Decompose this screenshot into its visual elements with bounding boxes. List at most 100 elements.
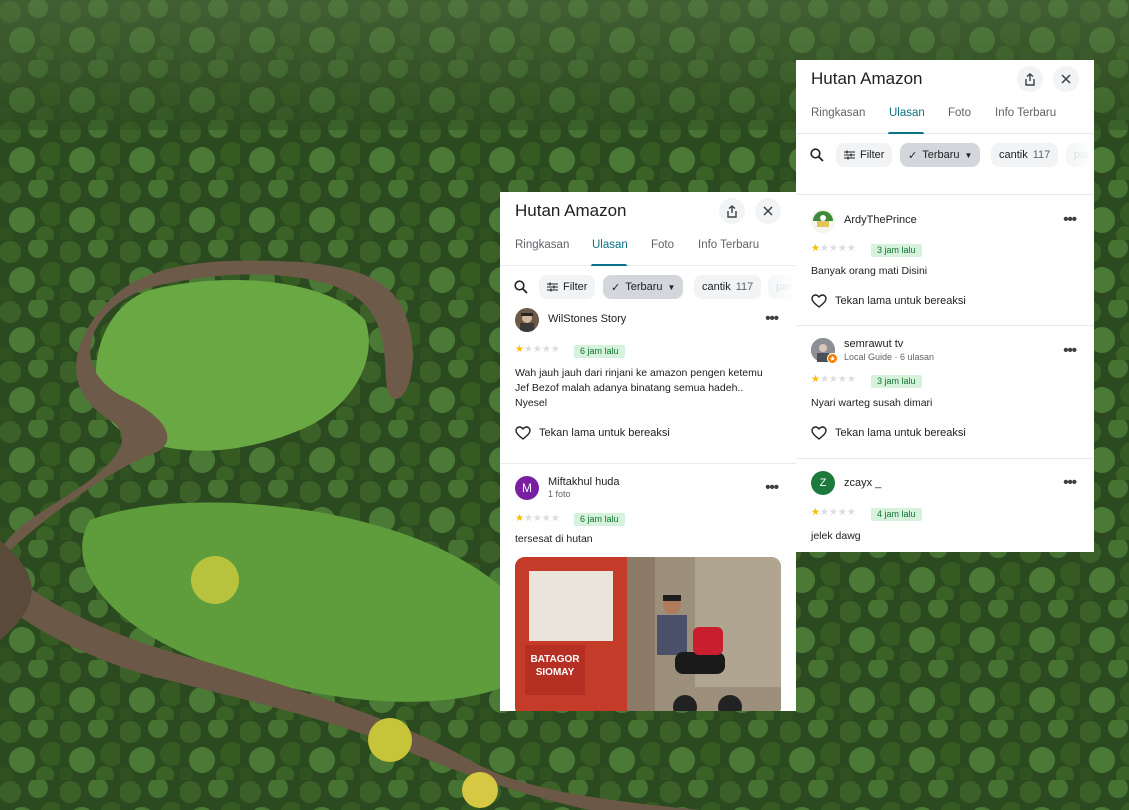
close-icon [763,206,773,216]
sort-chip[interactable]: ✓ Terbaru ▼ [900,143,981,167]
topic-count: 117 [1032,149,1051,161]
topic-label: cantik [702,281,731,293]
tab-info-terbaru[interactable]: Info Terbaru [698,239,759,251]
search-icon[interactable] [514,280,528,294]
react-label: Tekan lama untuk bereaksi [835,427,966,439]
sort-label: Terbaru [922,149,960,161]
share-icon [727,204,737,218]
scroll-fade [762,266,796,310]
sliders-icon [547,282,558,292]
close-button[interactable] [755,198,781,224]
avatar[interactable] [811,338,838,364]
filter-chip[interactable]: Filter [836,143,893,167]
place-title: Hutan Amazon [515,201,627,220]
review-time: 6 jam lalu [574,345,625,358]
reviews-panel-right: Hutan Amazon Ringkasan Ulasan Foto Info … [796,60,1094,552]
filter-label: Filter [860,149,885,161]
reviewer-meta: 1 foto [548,489,571,499]
dropdown-icon: ▼ [964,150,973,160]
filter-chip[interactable]: Filter [539,275,596,299]
heart-icon [811,294,827,308]
scroll-fade [1060,134,1094,178]
star-rating: ★★★★★ [515,513,560,524]
cart-sign-text: SIOMAY [536,667,575,678]
panel-header: Hutan Amazon [500,192,796,238]
filter-row: Filter ✓ Terbaru ▼ cantik 117 par [500,266,796,310]
close-button[interactable] [1053,66,1079,92]
more-options-icon[interactable]: ••• [765,310,779,327]
review-text: Nyari warteg susah dimari [811,397,933,409]
tab-foto[interactable]: Foto [651,239,674,251]
react-button[interactable]: Tekan lama untuk bereaksi [515,426,670,440]
tab-bar: Ringkasan Ulasan Foto Info Terbaru [500,238,796,266]
star-rating: ★★★★★ [811,374,856,385]
reviewer-name[interactable]: semrawut tv [844,338,903,350]
reviewer-name[interactable]: Miftakhul huda [548,476,620,488]
share-button[interactable] [1017,66,1043,92]
filter-label: Filter [563,281,588,293]
place-title: Hutan Amazon [811,69,923,88]
avatar[interactable]: M [515,476,539,500]
tab-ulasan[interactable]: Ulasan [592,239,628,251]
review-item: ArdyThePrince ••• ★★★★★ 3 jam lalu Banya… [796,194,1094,326]
more-options-icon[interactable]: ••• [765,479,779,496]
tab-ringkasan[interactable]: Ringkasan [811,107,865,119]
review-text: jelek dawg [811,530,861,542]
dropdown-icon: ▼ [667,282,676,292]
react-button[interactable]: Tekan lama untuk bereaksi [811,294,966,308]
star-rating: ★★★★★ [811,243,856,254]
star-rating: ★★★★★ [515,344,560,355]
search-icon[interactable] [810,148,824,162]
review-time: 4 jam lalu [871,508,922,521]
avatar[interactable] [811,209,835,233]
tab-bar: Ringkasan Ulasan Foto Info Terbaru [796,106,1094,134]
topic-chip-cantik[interactable]: cantik 117 [694,275,762,299]
sliders-icon [844,150,855,160]
react-label: Tekan lama untuk bereaksi [539,427,670,439]
heart-icon [515,426,531,440]
sort-label: Terbaru [625,281,663,293]
review-text: Banyak orang mati Disini [811,265,928,277]
review-item: M Miftakhul huda 1 foto ••• ★★★★★ 6 jam … [500,464,796,711]
topic-chip-cantik[interactable]: cantik 117 [991,143,1059,167]
heart-icon [811,426,827,440]
sort-chip[interactable]: ✓ Terbaru ▼ [603,275,684,299]
star-rating: ★★★★★ [811,507,856,518]
filter-row: Filter ✓ Terbaru ▼ cantik 117 par [796,134,1094,194]
tab-ulasan[interactable]: Ulasan [889,107,925,119]
more-options-icon[interactable]: ••• [1063,211,1077,228]
check-icon: ✓ [611,281,621,294]
tab-ringkasan[interactable]: Ringkasan [515,239,569,251]
review-time: 6 jam lalu [574,513,625,526]
review-item: Z zcayx _ ••• ★★★★★ 4 jam lalu jelek daw… [796,459,1094,552]
cart-sign-text: BATAGOR [530,654,580,665]
react-button[interactable]: Tekan lama untuk bereaksi [811,426,966,440]
share-button[interactable] [719,198,745,224]
avatar[interactable] [515,308,539,332]
reviewer-meta: Local Guide · 6 ulasan [844,352,935,362]
topic-count: 117 [735,281,754,293]
reviewer-name[interactable]: WilStones Story [548,313,626,325]
tab-foto[interactable]: Foto [948,107,971,119]
close-icon [1061,74,1071,84]
react-label: Tekan lama untuk bereaksi [835,295,966,307]
check-icon: ✓ [908,149,918,162]
reviewer-name[interactable]: zcayx _ [844,477,881,489]
review-text: tersesat di hutan [515,533,593,545]
review-item: WilStones Story ••• ★★★★★ 6 jam lalu Wah… [500,308,796,464]
reviews-panel-left: Hutan Amazon Ringkasan Ulasan Foto Info … [500,192,796,711]
panel-header: Hutan Amazon [796,60,1094,106]
review-photo[interactable]: BATAGOR SIOMAY [515,557,781,711]
local-guide-badge-icon [827,353,838,364]
more-options-icon[interactable]: ••• [1063,474,1077,491]
reviewer-name[interactable]: ArdyThePrince [844,214,917,226]
tab-info-terbaru[interactable]: Info Terbaru [995,107,1056,119]
review-time: 3 jam lalu [871,244,922,257]
more-options-icon[interactable]: ••• [1063,342,1077,359]
avatar[interactable]: Z [811,471,835,495]
review-text: Wah jauh jauh dari rinjani ke amazon pen… [515,367,763,409]
avatar-letter: M [522,481,532,495]
avatar-letter: Z [819,477,827,489]
review-time: 3 jam lalu [871,375,922,388]
share-icon [1025,72,1035,86]
